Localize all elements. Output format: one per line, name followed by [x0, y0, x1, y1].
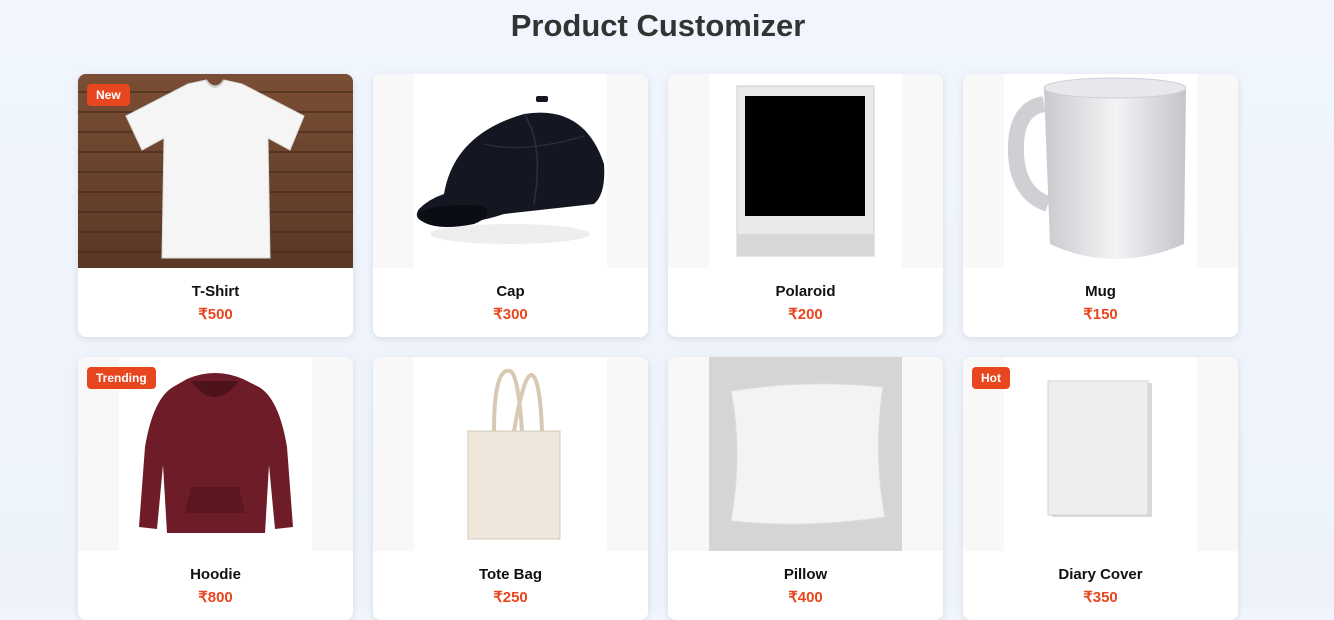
badge-new: New — [87, 84, 130, 106]
mug-image — [1004, 74, 1197, 268]
tote-bag-image — [414, 357, 607, 551]
cap-image — [414, 74, 607, 268]
product-card-tote-bag[interactable]: Tote Bag ₹250 — [373, 357, 648, 620]
badge-trending: Trending — [87, 367, 156, 389]
badge-hot: Hot — [972, 367, 1010, 389]
product-card-pillow[interactable]: Pillow ₹400 — [668, 357, 943, 620]
product-price: ₹500 — [198, 306, 233, 323]
pillow-image — [709, 357, 902, 551]
diary-cover-image — [1004, 357, 1197, 551]
product-name: T-Shirt — [191, 283, 240, 300]
product-card-tshirt[interactable]: New T-Shirt ₹500 — [78, 74, 353, 337]
product-price: ₹300 — [493, 306, 528, 323]
product-card-hoodie[interactable]: Trending Hoodie ₹800 — [78, 357, 353, 620]
product-price: ₹200 — [788, 306, 823, 323]
product-price: ₹800 — [198, 589, 233, 606]
polaroid-image — [709, 74, 902, 268]
product-name: Tote Bag — [478, 566, 543, 583]
product-card-diary-cover[interactable]: Hot Diary Cover ₹350 — [963, 357, 1238, 620]
product-price: ₹250 — [493, 589, 528, 606]
product-name: Mug — [1085, 283, 1116, 300]
product-name: Cap — [496, 283, 525, 300]
product-card-cap[interactable]: Cap ₹300 — [373, 74, 648, 337]
product-price: ₹400 — [788, 589, 823, 606]
page-title: Product Customizer — [510, 8, 806, 43]
product-name: Hoodie — [190, 566, 241, 583]
product-price: ₹150 — [1083, 306, 1118, 323]
product-card-polaroid[interactable]: Polaroid ₹200 — [668, 74, 943, 337]
product-name: Pillow — [783, 566, 828, 583]
product-name: Polaroid — [775, 283, 836, 300]
product-name: Diary Cover — [1058, 566, 1143, 583]
product-grid: New T-Shirt ₹500 Cap ₹300 Polaroid ₹200 … — [78, 74, 1238, 620]
product-card-mug[interactable]: Mug ₹150 — [963, 74, 1238, 337]
product-price: ₹350 — [1083, 589, 1118, 606]
